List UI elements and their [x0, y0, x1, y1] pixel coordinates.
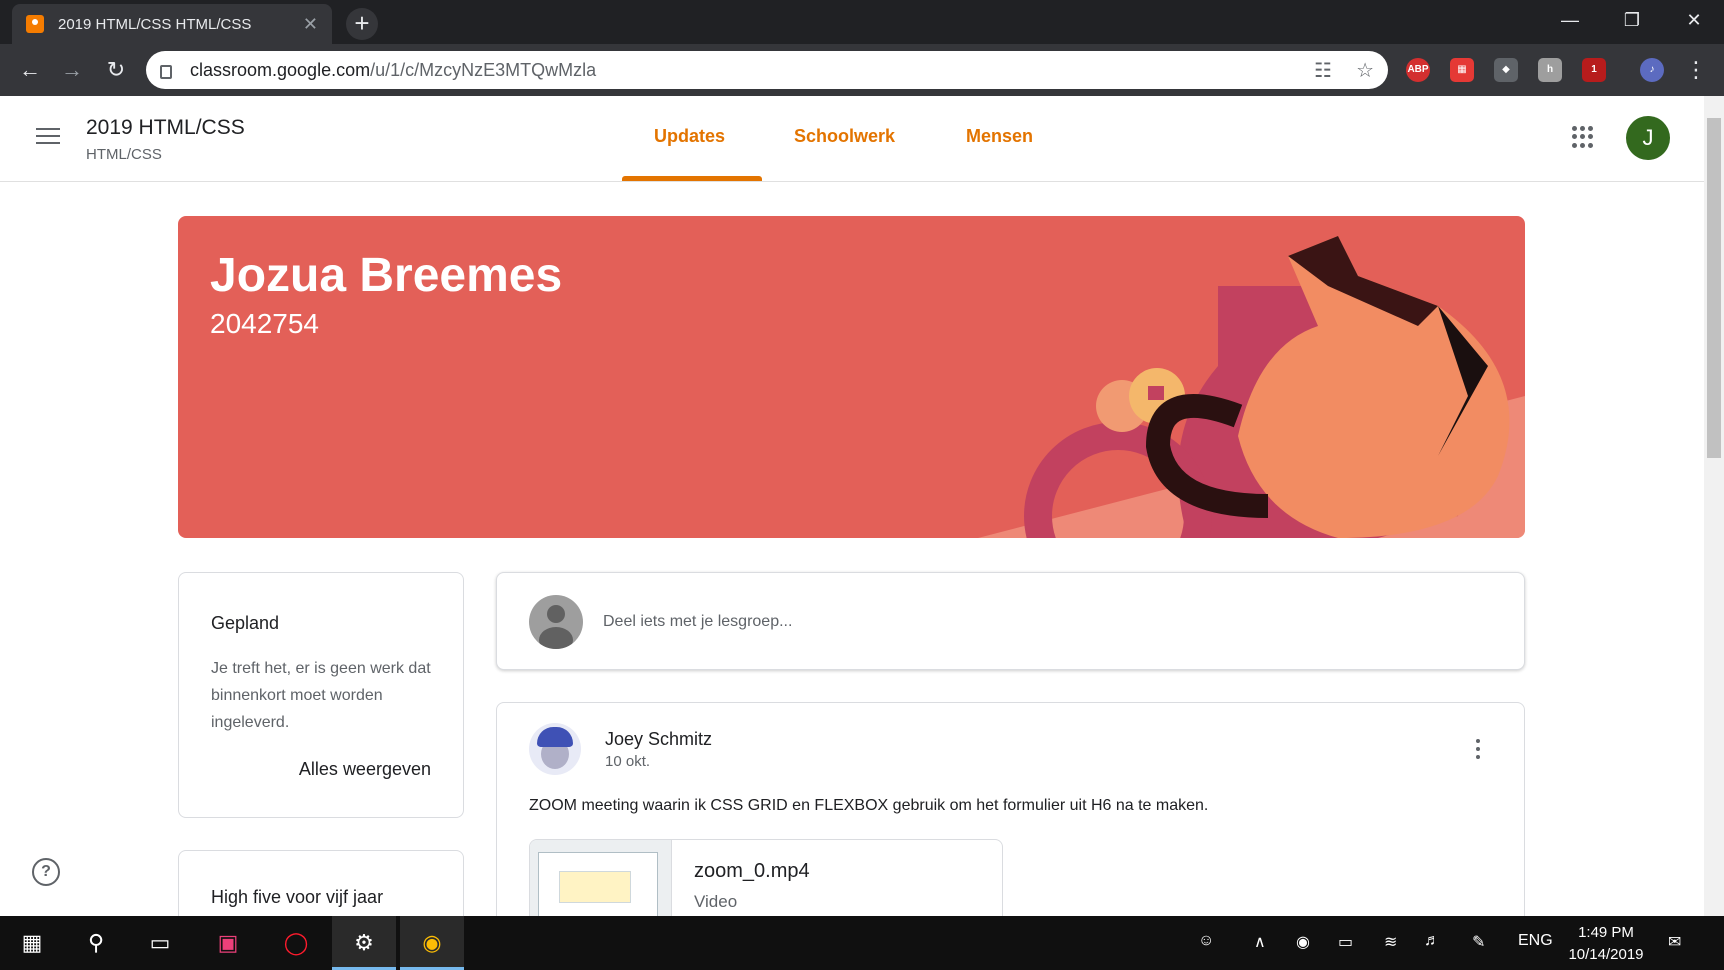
people-icon[interactable]: ☺: [1198, 932, 1214, 950]
upcoming-card: Gepland Je treft het, er is geen werk da…: [178, 572, 464, 818]
back-icon[interactable]: ←: [14, 54, 46, 86]
clock-date: 10/14/2019: [1568, 946, 1644, 963]
account-avatar[interactable]: J: [1626, 116, 1670, 160]
share-box[interactable]: Deel iets met je lesgroep...: [496, 572, 1525, 670]
close-window-icon[interactable]: ✕: [1664, 0, 1724, 40]
volume-icon[interactable]: ♬: [1424, 932, 1440, 950]
extension-h-icon[interactable]: h: [1538, 58, 1562, 82]
classroom-favicon-icon: [26, 15, 44, 33]
minimize-icon[interactable]: —: [1540, 0, 1600, 40]
discord-icon[interactable]: ◉: [1296, 932, 1310, 952]
adblock-plus-icon[interactable]: ABP: [1406, 58, 1430, 82]
restore-icon[interactable]: ❐: [1602, 0, 1662, 40]
upcoming-text: Je treft het, er is geen werk dat binnen…: [211, 660, 431, 731]
browser-menu-icon[interactable]: ⋮: [1680, 54, 1712, 86]
chrome-icon[interactable]: ◉: [400, 916, 464, 970]
bookmark-star-icon[interactable]: ☆: [1356, 58, 1374, 83]
more-options-icon[interactable]: [1476, 739, 1480, 761]
class-subtitle: HTML/CSS: [86, 146, 162, 163]
pen-icon[interactable]: ✎: [1472, 932, 1485, 952]
url-host: classroom.google.com: [190, 59, 371, 80]
attachment-type: Video: [694, 892, 738, 911]
class-title[interactable]: 2019 HTML/CSS: [86, 116, 245, 140]
lock-icon: [160, 65, 172, 79]
ublock-icon[interactable]: 1: [1582, 58, 1606, 82]
language-indicator[interactable]: ENG: [1518, 932, 1553, 950]
ublock-badge: 1: [1591, 64, 1597, 75]
main-menu-icon[interactable]: [36, 128, 60, 146]
upcoming-title: Gepland: [211, 613, 280, 633]
battery-icon[interactable]: ▭: [1338, 932, 1353, 952]
post-body: ZOOM meeting waarin ik CSS GRID en FLEXB…: [529, 797, 1209, 814]
tab-updates[interactable]: Updates: [654, 126, 725, 147]
author-avatar: [529, 723, 581, 775]
notifications-icon[interactable]: ✉: [1668, 932, 1681, 952]
forward-icon[interactable]: →: [56, 54, 88, 86]
intellij-icon[interactable]: ▣: [196, 916, 260, 970]
opera-icon[interactable]: ◯: [264, 916, 328, 970]
wifi-icon[interactable]: ≋: [1384, 932, 1397, 952]
browser-tab[interactable]: 2019 HTML/CSS HTML/CSS ✕: [12, 4, 332, 44]
tab-close-icon[interactable]: ✕: [303, 14, 318, 35]
extension-calendar-icon[interactable]: ▦: [1450, 58, 1474, 82]
attachment-name: zoom_0.mp4: [694, 860, 810, 882]
translate-icon[interactable]: ☷: [1314, 58, 1332, 83]
taskbar-clock[interactable]: 1:49 PM 10/14/2019: [1564, 922, 1648, 966]
scrollbar-thumb[interactable]: [1707, 118, 1721, 458]
settings-icon[interactable]: ⚙: [332, 916, 396, 970]
tab-mensen[interactable]: Mensen: [966, 126, 1033, 147]
windows-start-icon[interactable]: ▦: [0, 916, 64, 970]
search-icon[interactable]: ⚲: [64, 916, 128, 970]
teapot-illustration: [978, 236, 1525, 538]
help-icon[interactable]: ?: [32, 858, 60, 886]
tab-schoolwerk[interactable]: Schoolwerk: [794, 126, 895, 147]
browser-toolbar: ← → ↻ classroom.google.com /u/1/c/MzcyNz…: [0, 44, 1724, 96]
google-apps-icon[interactable]: [1572, 126, 1594, 148]
tray-chevron-icon[interactable]: ∧: [1254, 932, 1266, 952]
post-date: 10 okt.: [605, 753, 651, 770]
highfive-title: High five voor vijf jaar: [211, 887, 384, 907]
class-banner: Jozua Breemes 2042754: [178, 216, 1525, 538]
browser-tab-strip: 2019 HTML/CSS HTML/CSS ✕ + — ❐ ✕: [0, 0, 1724, 44]
new-tab-button[interactable]: +: [346, 8, 378, 40]
profile-icon[interactable]: ♪: [1640, 58, 1664, 82]
windows-taskbar: ▦ ⚲ ▭ ▣ ◯ ⚙ ◉ ☺ ∧ ◉ ▭ ≋ ♬ ✎ ENG 1:49 PM …: [0, 916, 1724, 970]
clock-time: 1:49 PM: [1578, 924, 1634, 941]
page-scrollbar[interactable]: [1704, 96, 1724, 916]
post-author: Joey Schmitz: [605, 729, 713, 749]
view-all-link[interactable]: Alles weergeven: [299, 759, 431, 780]
tab-title: 2019 HTML/CSS HTML/CSS: [58, 15, 252, 33]
address-bar[interactable]: classroom.google.com /u/1/c/MzcyNzE3MTQw…: [146, 51, 1388, 89]
share-input[interactable]: Deel iets met je lesgroep...: [603, 613, 792, 631]
task-view-icon[interactable]: ▭: [128, 916, 192, 970]
reload-icon[interactable]: ↻: [100, 54, 132, 86]
active-tab-indicator: [622, 176, 762, 181]
classroom-header: 2019 HTML/CSS HTML/CSS Updates Schoolwer…: [0, 96, 1704, 182]
user-avatar: [529, 595, 583, 649]
url-path: /u/1/c/MzcyNzE3MTQwMzla: [370, 59, 597, 80]
extension-shield-icon[interactable]: ◆: [1494, 58, 1518, 82]
